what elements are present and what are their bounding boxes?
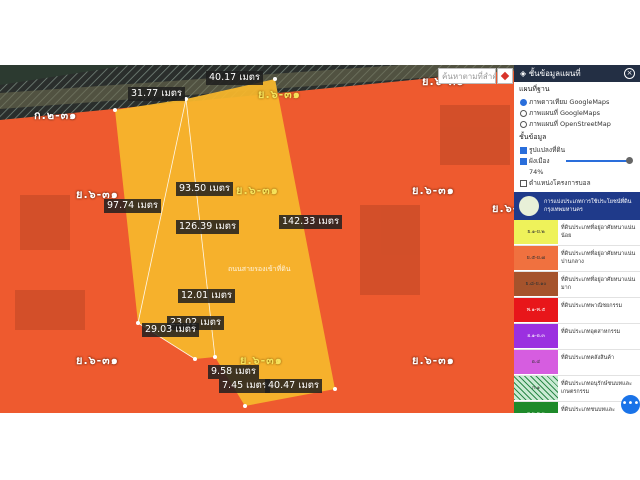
- panel-header: ◈ ชั้นข้อมูลแผนที่ ×: [514, 65, 640, 82]
- legend-item: ย.๕-ย.๗ ที่ดินประเภทที่อยู่อาศัยหนาแน่นปา…: [514, 246, 640, 272]
- legend-text: ที่ดินประเภทอนุรักษ์ชนบทและเกษตรกรรม: [561, 381, 632, 395]
- road-label: ถนนสายรองเข้าที่ดิน: [228, 265, 291, 273]
- slider-handle[interactable]: [626, 157, 633, 164]
- zone-label: ย.๖-๓๑: [412, 354, 455, 367]
- checkbox-icon[interactable]: [520, 147, 527, 154]
- measure-label: 126.39 เมตร: [176, 220, 240, 234]
- basemap-option-map[interactable]: ภาพแผนที่ GoogleMaps: [514, 108, 640, 119]
- zone-label: ย.๖-๓๑: [412, 184, 455, 197]
- radio-icon[interactable]: [520, 110, 527, 117]
- basemap-option-satellite[interactable]: ภาพดาวเทียม GoogleMaps: [514, 97, 640, 108]
- measure-label: 31.77 เมตร: [128, 87, 185, 101]
- basemap-heading: แผนที่ฐาน: [519, 85, 550, 93]
- legend-swatch: ก.๑: [514, 376, 558, 400]
- diamond-icon: [500, 71, 510, 81]
- legend-swatch: ก.๒-ก.๓: [514, 402, 558, 413]
- legend-text: ที่ดินประเภทที่อยู่อาศัยหนาแน่นปานกลาง: [561, 251, 636, 265]
- legend-list: ย.๑-ย.๒ ที่ดินประเภทที่อยู่อาศัยหนาแน่นน้…: [514, 220, 640, 413]
- basemap-option-osm[interactable]: ภาพแผนที่ OpenStreetMap: [514, 119, 640, 130]
- legend-item: พ.๑-พ.๕ ที่ดินประเภทพาณิชยกรรม: [514, 298, 640, 324]
- measure-label: 12.01 เมตร: [178, 289, 235, 303]
- radio-icon[interactable]: [520, 121, 527, 128]
- zone-label: ย.๖-๓๑: [258, 88, 301, 101]
- measure-label: 93.50 เมตร: [176, 182, 233, 196]
- measure-label: 7.45 เมตร: [219, 379, 270, 393]
- legend-swatch: อ.๑-อ.๓: [514, 324, 558, 348]
- zone-label: ก.๒-๓๑: [34, 109, 78, 122]
- banner-text: การแบ่งประเภทการใช้ประโยชน์ที่ดิน กรุงเท…: [544, 199, 632, 213]
- close-icon[interactable]: ×: [624, 68, 635, 79]
- legend-swatch: พ.๑-พ.๕: [514, 298, 558, 322]
- checkbox-icon[interactable]: [520, 180, 527, 187]
- layers-heading: ชั้นข้อมูล: [519, 133, 547, 141]
- more-options-button[interactable]: •••: [621, 395, 640, 414]
- legend-item: อ.๔ ที่ดินประเภทคลังสินค้า: [514, 350, 640, 376]
- panel-title: ชั้นข้อมูลแผนที่: [528, 69, 581, 78]
- legend-text: ที่ดินประเภทอุตสาหกรรม: [561, 329, 621, 335]
- layer-panel: ◈ ชั้นข้อมูลแผนที่ × แผนที่ฐาน ภาพดาวเที…: [514, 65, 640, 413]
- legend-text: ที่ดินประเภทพาณิชยกรรม: [561, 303, 623, 309]
- zone-label: ย.๖-๓๑: [240, 354, 283, 367]
- layer-cityplan[interactable]: ผังเมือง: [514, 156, 640, 167]
- measure-label: 40.47 เมตร: [265, 379, 322, 393]
- radio-icon[interactable]: [520, 99, 527, 106]
- zone-label: ย.๖-๓๑: [76, 188, 119, 201]
- opacity-slider[interactable]: [566, 160, 630, 162]
- layer-project[interactable]: ตำแหน่งโครงการบอล: [514, 178, 640, 189]
- measure-label: 29.03 เมตร: [142, 323, 199, 337]
- legend-swatch: ย.๕-ย.๗: [514, 246, 558, 270]
- opacity-value: 74%: [529, 168, 544, 176]
- checkbox-icon[interactable]: [520, 158, 527, 165]
- legend-text: ที่ดินประเภทคลังสินค้า: [561, 355, 615, 361]
- legend-swatch: ย.๑-ย.๒: [514, 220, 558, 244]
- legend-text: ที่ดินประเภทที่อยู่อาศัยหนาแน่นน้อย: [561, 225, 636, 239]
- legend-item: ย.๘-ย.๑๐ ที่ดินประเภทที่อยู่อาศัยหนาแน่นม…: [514, 272, 640, 298]
- zone-label: ย.๖-๓๑: [236, 184, 279, 197]
- measure-label: 40.17 เมตร: [206, 71, 263, 85]
- legend-swatch: ย.๘-ย.๑๐: [514, 272, 558, 296]
- measure-label: 142.33 เมตร: [279, 215, 343, 229]
- bma-logo-icon: [519, 196, 539, 216]
- layers-icon: ◈: [520, 69, 527, 78]
- legend-banner: การแบ่งประเภทการใช้ประโยชน์ที่ดิน กรุงเท…: [514, 192, 640, 220]
- search-input[interactable]: ค้นหาตามที่สำคัญ: [438, 68, 496, 84]
- zone-label: ย.๖-๓๑: [76, 354, 119, 367]
- location-marker-button[interactable]: [497, 68, 513, 84]
- legend-swatch: อ.๔: [514, 350, 558, 374]
- legend-item: อ.๑-อ.๓ ที่ดินประเภทอุตสาหกรรม: [514, 324, 640, 350]
- legend-item: ย.๑-ย.๒ ที่ดินประเภทที่อยู่อาศัยหนาแน่นน้…: [514, 220, 640, 246]
- legend-text: ที่ดินประเภทที่อยู่อาศัยหนาแน่นมาก: [561, 277, 636, 291]
- layer-parcel[interactable]: รูปแปลงที่ดิน: [514, 145, 640, 156]
